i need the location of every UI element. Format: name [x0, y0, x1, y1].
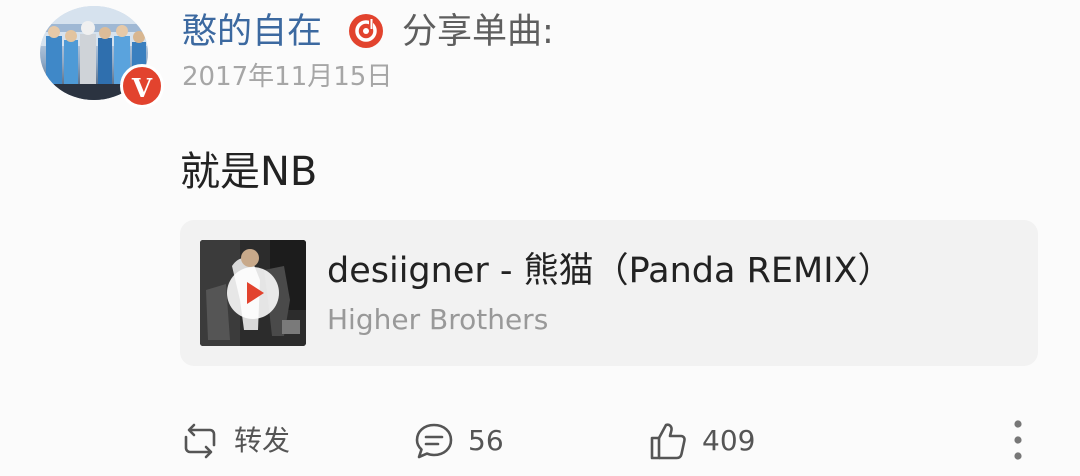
post-card: V 憨的自在 分享单曲: 2017年11月15日 就是NB desiigner …: [0, 0, 1080, 476]
song-card[interactable]: desiigner - 熊猫（Panda REMIX） Higher Broth…: [180, 220, 1038, 366]
avatar[interactable]: V: [40, 6, 164, 108]
post-date[interactable]: 2017年11月15日: [182, 60, 392, 94]
repost-icon: [184, 423, 216, 459]
repost-button[interactable]: 转发: [180, 420, 290, 462]
album-cover: [200, 240, 306, 346]
more-vertical-icon[interactable]: [1008, 418, 1028, 462]
song-title: desiigner - 熊猫（Panda REMIX）: [327, 251, 893, 291]
username-link[interactable]: 憨的自在: [182, 10, 322, 54]
share-song-label: 分享单曲:: [402, 12, 554, 52]
verified-badge-icon: V: [120, 64, 164, 108]
music-disc-icon: [349, 14, 383, 48]
like-button[interactable]: 409: [648, 420, 755, 462]
comment-button[interactable]: 56: [414, 420, 504, 462]
post-text: 就是NB: [180, 149, 318, 195]
play-icon[interactable]: [226, 266, 280, 320]
thumbs-up-icon: [650, 423, 686, 460]
like-count: 409: [702, 424, 756, 457]
comment-count: 56: [468, 424, 504, 457]
comment-icon: [415, 423, 453, 459]
repost-label: 转发: [234, 424, 291, 457]
song-artist: Higher Brothers: [327, 303, 549, 336]
